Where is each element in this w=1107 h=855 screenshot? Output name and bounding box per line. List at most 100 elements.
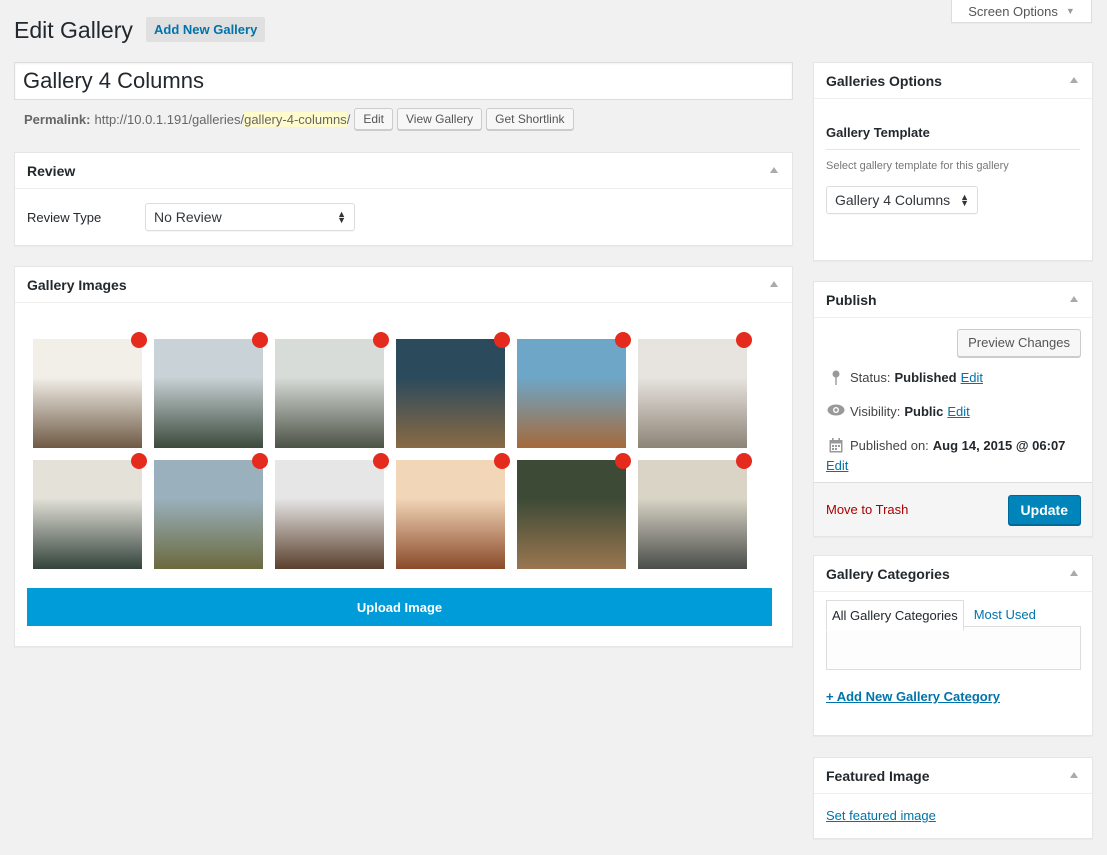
remove-image-icon[interactable] <box>373 453 389 469</box>
collapse-toggle-icon[interactable] <box>1070 296 1078 302</box>
photo-dogs-car-thumb <box>396 339 505 448</box>
remove-image-icon[interactable] <box>131 332 147 348</box>
publish-box: Publish Preview Changes Status: Publishe… <box>813 281 1093 537</box>
remove-image-icon[interactable] <box>252 332 268 348</box>
collapse-toggle-icon[interactable] <box>1070 570 1078 576</box>
published-label: Published on: <box>850 438 929 453</box>
galleries-options-header[interactable]: Galleries Options <box>814 63 1092 99</box>
edit-date-link[interactable]: Edit <box>826 458 1086 473</box>
add-new-category-link[interactable]: + Add New Gallery Category <box>826 689 1000 704</box>
galleries-options-box: Galleries Options Gallery Template Selec… <box>813 62 1093 261</box>
photo-sailboat-thumb <box>517 339 626 448</box>
galleries-options-title: Galleries Options <box>826 72 942 89</box>
permalink-trailing: / <box>346 111 351 127</box>
gallery-categories-box: Gallery Categories All Gallery Categorie… <box>813 555 1093 736</box>
gallery-thumbnail[interactable] <box>154 332 268 448</box>
gallery-thumbnail[interactable] <box>275 332 389 448</box>
gallery-thumbnail[interactable] <box>638 453 752 569</box>
collapse-toggle-icon[interactable] <box>770 281 778 287</box>
photo-snow-girl-thumb <box>275 460 384 569</box>
remove-image-icon[interactable] <box>494 453 510 469</box>
gallery-images-header[interactable]: Gallery Images <box>15 267 792 303</box>
publish-header[interactable]: Publish <box>814 282 1092 318</box>
set-featured-image-link[interactable]: Set featured image <box>826 808 936 823</box>
permalink-base: http://10.0.1.191/galleries/ <box>94 111 245 127</box>
edit-permalink-button[interactable]: Edit <box>354 108 393 130</box>
collapse-toggle-icon[interactable] <box>770 167 778 173</box>
visibility-label: Visibility: <box>850 404 901 419</box>
gallery-thumbnail[interactable] <box>275 453 389 569</box>
caret-down-icon: ▼ <box>1065 6 1075 16</box>
view-gallery-button[interactable]: View Gallery <box>397 108 483 130</box>
permalink-row: Permalink: http://10.0.1.191/galleries/g… <box>24 108 574 130</box>
photo-mountain-lake-thumb <box>154 339 263 448</box>
publish-actions: Move to Trash Update <box>814 482 1092 536</box>
status-label: Status: <box>850 370 891 385</box>
update-button[interactable]: Update <box>1007 494 1081 525</box>
remove-image-icon[interactable] <box>494 332 510 348</box>
edit-status-link[interactable]: Edit <box>961 370 983 385</box>
gallery-thumbnail[interactable] <box>638 332 752 448</box>
pin-icon <box>826 370 846 386</box>
remove-image-icon[interactable] <box>373 332 389 348</box>
published-value: Aug 14, 2015 @ 06:07 <box>932 438 1066 453</box>
featured-image-title: Featured Image <box>826 767 930 784</box>
collapse-toggle-icon[interactable] <box>1070 772 1078 778</box>
gallery-template-select[interactable]: Gallery 4 Columns ▲ ▼ <box>826 186 978 214</box>
visibility-row: Visibility: Public Edit <box>826 404 970 420</box>
gallery-template-value: Gallery 4 Columns <box>835 192 951 208</box>
gallery-images-title: Gallery Images <box>27 276 127 293</box>
photo-foggy-forest-thumb <box>33 460 142 569</box>
review-type-label: Review Type <box>27 209 102 225</box>
select-arrows-icon: ▲ ▼ <box>960 192 969 208</box>
published-on-row: Published on: Aug 14, 2015 @ 06:07 Edit <box>826 438 1086 473</box>
review-box: Review Review Type No Review ▲ ▼ <box>14 152 793 246</box>
gallery-thumbnail[interactable] <box>517 453 631 569</box>
gallery-template-description: Select gallery template for this gallery <box>826 160 1009 172</box>
get-shortlink-button[interactable]: Get Shortlink <box>486 108 574 130</box>
title-input[interactable]: Gallery 4 Columns <box>14 62 793 100</box>
gallery-thumbnail[interactable] <box>33 453 147 569</box>
screen-options-label: Screen Options <box>968 3 1058 19</box>
remove-image-icon[interactable] <box>615 332 631 348</box>
photo-girl-rocks-thumb <box>396 460 505 569</box>
remove-image-icon[interactable] <box>736 332 752 348</box>
gallery-images-box: Gallery Images Upload Image <box>14 266 793 647</box>
gallery-thumbnail[interactable] <box>396 453 510 569</box>
status-value: Published <box>894 370 957 385</box>
gallery-thumbnail[interactable] <box>396 332 510 448</box>
remove-image-icon[interactable] <box>131 453 147 469</box>
gallery-categories-header[interactable]: Gallery Categories <box>814 556 1092 592</box>
gallery-thumbnail[interactable] <box>154 453 268 569</box>
review-box-header[interactable]: Review <box>15 153 792 189</box>
remove-image-icon[interactable] <box>252 453 268 469</box>
photo-bicycle-girl-thumb <box>638 460 747 569</box>
featured-image-box: Featured Image Set featured image <box>813 757 1093 839</box>
gallery-thumbnail[interactable] <box>517 332 631 448</box>
preview-changes-button[interactable]: Preview Changes <box>957 329 1081 357</box>
category-checklist[interactable] <box>826 626 1081 670</box>
publish-title: Publish <box>826 291 877 308</box>
gallery-thumbnail[interactable] <box>33 332 147 448</box>
photo-boat-lake-thumb <box>275 339 384 448</box>
photo-lake-hikers-thumb <box>33 339 142 448</box>
edit-visibility-link[interactable]: Edit <box>947 404 969 419</box>
upload-image-button[interactable]: Upload Image <box>27 588 772 626</box>
remove-image-icon[interactable] <box>615 453 631 469</box>
select-arrows-icon: ▲ ▼ <box>337 209 346 225</box>
photo-mountain-road-thumb <box>154 460 263 569</box>
move-to-trash-link[interactable]: Move to Trash <box>826 502 908 517</box>
eye-icon <box>826 404 846 420</box>
permalink-slug[interactable]: gallery-4-columns <box>244 111 347 127</box>
add-new-gallery-button[interactable]: Add New Gallery <box>146 17 266 42</box>
featured-image-header[interactable]: Featured Image <box>814 758 1092 794</box>
collapse-toggle-icon[interactable] <box>1070 77 1078 83</box>
screen-options-button[interactable]: Screen Options ▼ <box>951 0 1092 23</box>
gallery-grid <box>33 332 773 569</box>
tab-all-gallery-categories[interactable]: All Gallery Categories <box>826 600 964 631</box>
gallery-template-label: Gallery Template <box>826 125 1080 150</box>
remove-image-icon[interactable] <box>736 453 752 469</box>
review-type-select[interactable]: No Review ▲ ▼ <box>145 203 355 231</box>
gallery-categories-title: Gallery Categories <box>826 565 950 582</box>
review-box-title: Review <box>27 162 76 179</box>
